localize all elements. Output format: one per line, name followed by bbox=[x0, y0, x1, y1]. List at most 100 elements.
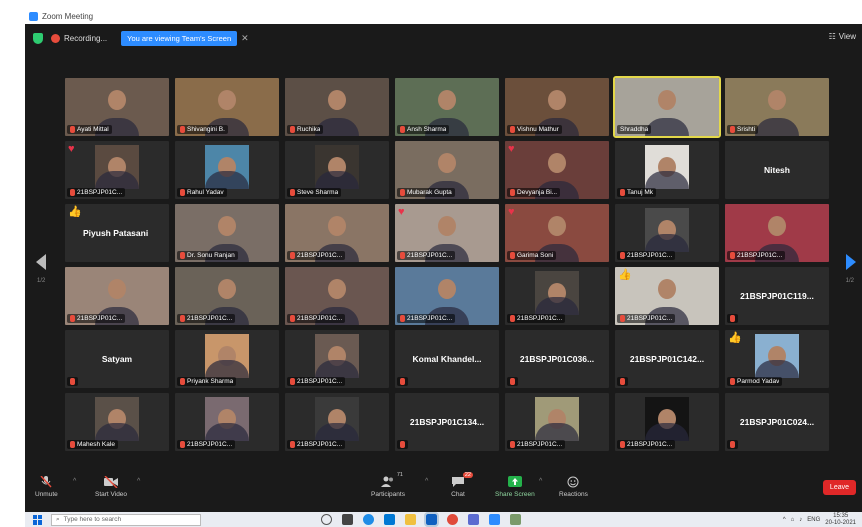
participant-tile[interactable]: Mubarak Gupta bbox=[395, 141, 499, 199]
thumbs-up-reaction-icon: 👍 bbox=[618, 269, 632, 281]
participant-tile[interactable]: 21BSPJP01C... bbox=[395, 267, 499, 325]
participant-tile[interactable]: 21BSPJP01C... bbox=[285, 330, 389, 388]
participant-tile[interactable]: Shivangini B. bbox=[175, 78, 279, 136]
windows-start-icon[interactable] bbox=[33, 514, 43, 525]
participant-namebar: 21BSPJP01C... bbox=[287, 251, 346, 260]
muted-mic-icon bbox=[70, 315, 75, 322]
task-view-icon[interactable] bbox=[342, 514, 353, 525]
edge-icon[interactable] bbox=[363, 514, 374, 525]
participant-tile[interactable]: Piyush Patasani 👍 bbox=[65, 204, 169, 262]
muted-mic-icon bbox=[39, 475, 53, 488]
start-video-button[interactable]: Start Video bbox=[95, 475, 128, 498]
zoom-app-icon[interactable] bbox=[489, 514, 500, 525]
participant-tile[interactable]: Nitesh bbox=[725, 141, 829, 199]
participant-tile[interactable]: Srishti bbox=[725, 78, 829, 136]
participant-tile[interactable]: Garima Soni ♥ bbox=[505, 204, 609, 262]
participant-tile[interactable]: 21BSPJP01C... bbox=[175, 267, 279, 325]
participant-tile[interactable]: Vishnu Mathur bbox=[505, 78, 609, 136]
view-button[interactable]: ☷ View bbox=[829, 32, 856, 41]
muted-mic-icon bbox=[620, 189, 625, 196]
participant-tile[interactable]: 21BSPJP01C... ♥ bbox=[395, 204, 499, 262]
participant-tile[interactable]: Rahul Yadav bbox=[175, 141, 279, 199]
participants-chevron-icon[interactable]: ^ bbox=[425, 478, 428, 485]
participant-tile[interactable]: 21BSPJP01C... 👍 bbox=[615, 267, 719, 325]
participant-tile[interactable]: Tanuj Mk bbox=[615, 141, 719, 199]
share-screen-button[interactable]: Share Screen bbox=[495, 476, 535, 498]
participant-tile[interactable]: Dr. Sonu Ranjan bbox=[175, 204, 279, 262]
participant-tile[interactable]: 21BSPJP01C142... bbox=[615, 330, 719, 388]
app-icon[interactable] bbox=[510, 514, 521, 525]
participant-tile[interactable]: 21BSPJP01C... bbox=[285, 393, 389, 451]
muted-mic-icon bbox=[510, 378, 515, 385]
chat-button[interactable]: 22 Chat bbox=[451, 472, 473, 498]
audio-options-chevron-icon[interactable]: ^ bbox=[73, 478, 76, 485]
participant-tile[interactable]: Ruchika bbox=[285, 78, 389, 136]
muted-mic-icon bbox=[620, 378, 625, 385]
start-video-label: Start Video bbox=[95, 491, 128, 498]
muted-mic-icon bbox=[730, 378, 735, 385]
participant-namebar bbox=[67, 377, 78, 386]
participants-icon: 71 bbox=[380, 472, 403, 488]
participant-tile[interactable]: Satyam bbox=[65, 330, 169, 388]
cortana-icon[interactable] bbox=[321, 514, 332, 525]
participant-tile[interactable]: Priyank Sharma bbox=[175, 330, 279, 388]
participant-tile[interactable]: 21BSPJP01C... bbox=[65, 267, 169, 325]
participant-tile[interactable]: Komal Khandel... bbox=[395, 330, 499, 388]
participant-tile[interactable]: 21BSPJP01C... bbox=[505, 393, 609, 451]
muted-mic-icon bbox=[400, 189, 405, 196]
viewing-share-label[interactable]: You are viewing Team's Screen bbox=[121, 30, 238, 46]
muted-mic-icon bbox=[730, 252, 735, 259]
recording-label[interactable]: Recording... bbox=[64, 34, 107, 43]
participant-namebar: Dr. Sonu Ranjan bbox=[177, 251, 238, 260]
participant-tile[interactable]: Parmod Yadav 👍 bbox=[725, 330, 829, 388]
participant-tile[interactable]: 21BSPJP01C... bbox=[175, 393, 279, 451]
participants-count: 71 bbox=[396, 472, 403, 478]
file-explorer-icon[interactable] bbox=[405, 514, 416, 525]
network-icon[interactable]: ⌂ bbox=[791, 517, 795, 523]
participant-video bbox=[95, 397, 139, 441]
participant-tile[interactable]: 21BSPJP01C024... bbox=[725, 393, 829, 451]
participant-tile[interactable]: 21BSPJP01C... bbox=[505, 267, 609, 325]
zoom-taskbar-icon[interactable] bbox=[424, 512, 439, 527]
participant-tile[interactable]: Steve Sharma bbox=[285, 141, 389, 199]
volume-icon[interactable]: ♪ bbox=[799, 517, 802, 523]
participant-tile[interactable]: 21BSPJP01C... bbox=[615, 393, 719, 451]
tray-chevron-icon[interactable]: ^ bbox=[783, 517, 786, 523]
mail-icon[interactable] bbox=[384, 514, 395, 525]
video-options-chevron-icon[interactable]: ^ bbox=[137, 478, 140, 485]
participant-tile[interactable]: 21BSPJP01C119... bbox=[725, 267, 829, 325]
participant-name: 21BSPJP01C119... bbox=[740, 291, 814, 301]
participant-tile[interactable]: 21BSPJP01C... bbox=[285, 204, 389, 262]
window-title: Zoom Meeting bbox=[42, 11, 94, 21]
previous-page-arrow-icon[interactable] bbox=[36, 254, 46, 270]
participant-video bbox=[645, 397, 689, 441]
taskbar-search-box[interactable]: ⌕ Type here to search bbox=[51, 513, 201, 526]
security-shield-icon[interactable] bbox=[33, 32, 43, 44]
participant-tile[interactable]: 21BSPJP01C036... bbox=[505, 330, 609, 388]
participant-video bbox=[315, 145, 359, 189]
clock[interactable]: 15:35 20-10-2021 bbox=[825, 513, 856, 527]
participant-tile[interactable]: Shraddha bbox=[613, 76, 721, 138]
participant-tile[interactable]: Devyanja Bi... ♥ bbox=[505, 141, 609, 199]
participant-tile[interactable]: Ayati Mittal bbox=[65, 78, 169, 136]
participant-tile[interactable]: 21BSPJP01C... ♥ bbox=[65, 141, 169, 199]
reactions-button[interactable]: Reactions bbox=[559, 476, 588, 498]
participant-tile[interactable]: 21BSPJP01C... bbox=[725, 204, 829, 262]
view-label: View bbox=[838, 32, 856, 41]
next-page-arrow-icon[interactable] bbox=[846, 254, 856, 270]
unmute-button[interactable]: Unmute bbox=[35, 475, 58, 498]
chrome-icon[interactable] bbox=[447, 514, 458, 525]
teams-icon[interactable] bbox=[468, 514, 479, 525]
participants-button[interactable]: 71 Participants bbox=[371, 472, 405, 498]
leave-button[interactable]: Leave bbox=[822, 480, 856, 495]
participant-tile[interactable]: Mahesh Kale bbox=[65, 393, 169, 451]
participant-tile[interactable]: Ansh Sharma bbox=[395, 78, 499, 136]
participant-tile[interactable]: 21BSPJP01C... bbox=[285, 267, 389, 325]
language-indicator[interactable]: ENG bbox=[807, 517, 820, 523]
participant-video bbox=[95, 145, 139, 189]
participant-tile[interactable]: 21BSPJP01C... bbox=[615, 204, 719, 262]
participant-namebar: Devyanja Bi... bbox=[507, 188, 561, 197]
close-share-icon[interactable]: ✕ bbox=[241, 33, 249, 44]
participant-tile[interactable]: 21BSPJP01C134... bbox=[395, 393, 499, 451]
share-options-chevron-icon[interactable]: ^ bbox=[539, 478, 542, 485]
